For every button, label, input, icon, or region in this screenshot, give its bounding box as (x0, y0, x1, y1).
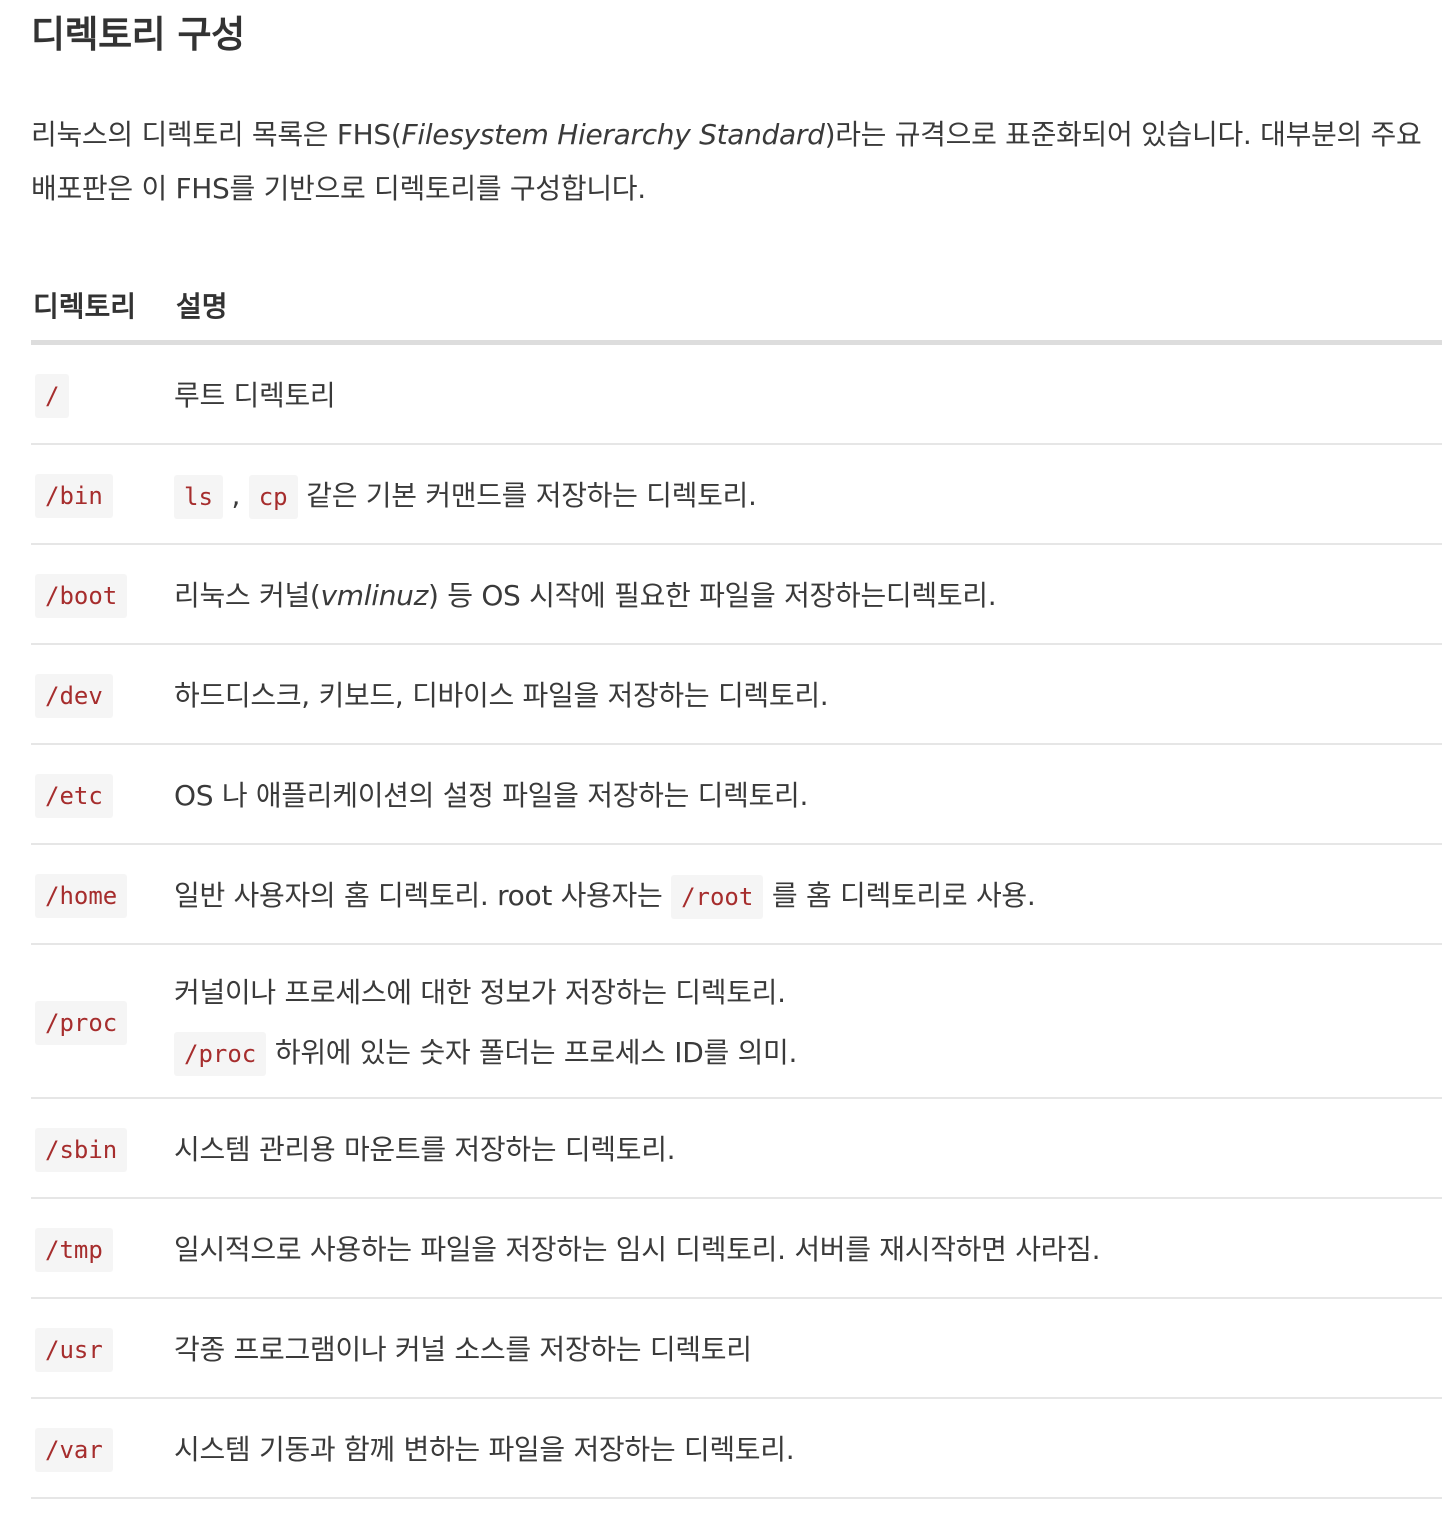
dir-cell: /sbin (31, 1098, 174, 1199)
desc-text: 일반 사용자의 홈 디렉토리. root 사용자는 (174, 879, 663, 912)
table-row: /sbin 시스템 관리용 마운트를 저장하는 디렉토리. (31, 1098, 1442, 1199)
dir-cell: /bin (31, 444, 174, 545)
header-description: 설명 (174, 270, 1442, 345)
dir-cell: /proc (31, 944, 174, 1099)
table-row: / 루트 디렉토리 (31, 342, 1442, 445)
desc-text: ) 등 OS 시작에 필요한 파일을 저장하는디렉토리. (428, 579, 997, 612)
inline-code: /proc (174, 1032, 267, 1076)
inline-code: cp (248, 475, 298, 519)
dir-cell: /home (31, 844, 174, 945)
inline-code: /root (671, 875, 764, 919)
table-row: /proc 커널이나 프로세스에 대한 정보가 저장하는 디렉토리. /proc … (31, 944, 1442, 1099)
dir-code: / (35, 373, 70, 418)
header-directory: 디렉토리 (31, 270, 174, 345)
dir-code: /boot (35, 573, 128, 618)
dir-code: /etc (35, 773, 113, 818)
dir-cell: /dev (31, 644, 174, 745)
table-header-row: 디렉토리 설명 (31, 270, 1442, 345)
inline-code: ls (174, 475, 223, 519)
table-row: /bin ls , cp 같은 기본 커맨드를 저장하는 디렉토리. (31, 444, 1442, 545)
dir-cell: /var (31, 1398, 174, 1499)
desc-cell: 일시적으로 사용하는 파일을 저장하는 임시 디렉토리. 서버를 재시작하면 사… (174, 1198, 1442, 1299)
intro-text-1: 리눅스의 디렉토리 목록은 FHS( (31, 118, 402, 151)
table-row: /boot 리눅스 커널(vmlinuz) 등 OS 시작에 필요한 파일을 저… (31, 544, 1442, 645)
desc-line-2: /proc 하위에 있는 숫자 폴더는 프로세스 ID를 의미. (174, 1031, 1442, 1076)
dir-cell: /etc (31, 744, 174, 845)
desc-cell: 커널이나 프로세스에 대한 정보가 저장하는 디렉토리. /proc 하위에 있는… (174, 944, 1442, 1099)
dir-cell: / (31, 342, 174, 445)
table-row: /dev 하드디스크, 키보드, 디바이스 파일을 저장하는 디렉토리. (31, 644, 1442, 745)
table-row: /tmp 일시적으로 사용하는 파일을 저장하는 임시 디렉토리. 서버를 재시… (31, 1198, 1442, 1299)
dir-cell: /tmp (31, 1198, 174, 1299)
dir-code: /bin (35, 473, 113, 518)
article: 디렉토리 구성 리눅스의 디렉토리 목록은 FHS(Filesystem Hie… (0, 0, 1442, 1534)
dir-code: /var (35, 1427, 113, 1472)
desc-text: 커널이나 프로세스에 대한 정보가 저장하는 디렉토리. (174, 976, 786, 1009)
desc-cell: 각종 프로그램이나 커널 소스를 저장하는 디렉토리 (174, 1298, 1442, 1399)
table-row: /var 시스템 기동과 함께 변하는 파일을 저장하는 디렉토리. (31, 1398, 1442, 1499)
desc-cell: 일반 사용자의 홈 디렉토리. root 사용자는 /root 를 홈 디렉토리… (174, 844, 1442, 945)
directory-table: 디렉토리 설명 / 루트 디렉토리 /bin ls , cp 같은 기본 커맨드… (31, 270, 1442, 1499)
table-row: /usr 각종 프로그램이나 커널 소스를 저장하는 디렉토리 (31, 1298, 1442, 1399)
separator: , (231, 479, 241, 512)
desc-text: 리눅스 커널( (174, 579, 321, 612)
desc-text: 같은 기본 커맨드를 저장하는 디렉토리. (306, 479, 757, 512)
desc-text: 를 홈 디렉토리로 사용. (771, 879, 1036, 912)
desc-cell: 리눅스 커널(vmlinuz) 등 OS 시작에 필요한 파일을 저장하는디렉토… (174, 544, 1442, 645)
table-row: /home 일반 사용자의 홈 디렉토리. root 사용자는 /root 를 … (31, 844, 1442, 945)
desc-cell: 하드디스크, 키보드, 디바이스 파일을 저장하는 디렉토리. (174, 644, 1442, 745)
table-row: /etc OS 나 애플리케이션의 설정 파일을 저장하는 디렉토리. (31, 744, 1442, 845)
dir-cell: /boot (31, 544, 174, 645)
intro-emphasis: Filesystem Hierarchy Standard (401, 118, 825, 151)
desc-emphasis: vmlinuz (320, 579, 429, 612)
section-heading: 디렉토리 구성 (31, 13, 245, 56)
desc-text: 하위에 있는 숫자 폴더는 프로세스 ID를 의미. (274, 1036, 798, 1069)
dir-code: /tmp (35, 1227, 113, 1272)
dir-cell: /usr (31, 1298, 174, 1399)
dir-code: /proc (35, 1000, 128, 1045)
desc-cell: 시스템 관리용 마운트를 저장하는 디렉토리. (174, 1098, 1442, 1199)
dir-code: /dev (35, 673, 113, 718)
desc-cell: ls , cp 같은 기본 커맨드를 저장하는 디렉토리. (174, 444, 1442, 545)
dir-code: /sbin (35, 1127, 128, 1172)
desc-cell: 루트 디렉토리 (174, 342, 1442, 445)
dir-code: /usr (35, 1327, 113, 1372)
intro-paragraph: 리눅스의 디렉토리 목록은 FHS(Filesystem Hierarchy S… (31, 108, 1436, 216)
desc-cell: 시스템 기동과 함께 변하는 파일을 저장하는 디렉토리. (174, 1398, 1442, 1499)
dir-code: /home (35, 873, 128, 918)
desc-cell: OS 나 애플리케이션의 설정 파일을 저장하는 디렉토리. (174, 744, 1442, 845)
